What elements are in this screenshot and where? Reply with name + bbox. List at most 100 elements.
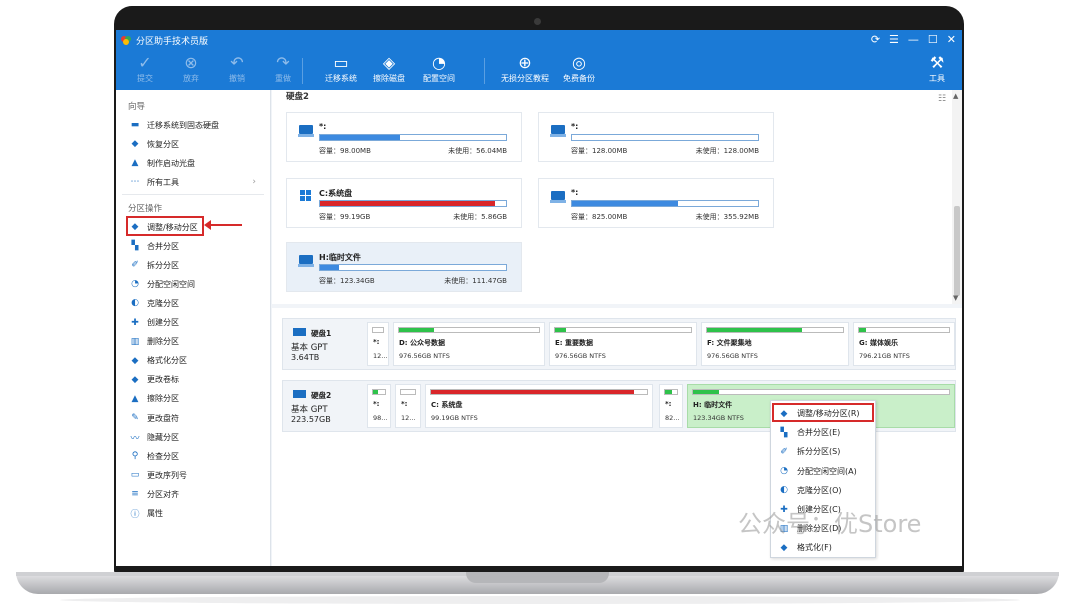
toolbar-separator: [484, 58, 485, 84]
partition-block[interactable]: D: 公众号数据 976.56GB NTFS: [393, 322, 545, 366]
toolbar-label: 擦除磁盘: [373, 74, 405, 83]
sidebar-item-label: 更改盘符: [147, 413, 179, 423]
sidebar-item-label: 检查分区: [147, 451, 179, 461]
sidebar-item-op-14[interactable]: ≡ 分区对齐: [128, 486, 266, 502]
partition-label: C: 系统盘: [431, 401, 463, 409]
toolbar-btn-7[interactable]: ⊕ 无损分区教程: [492, 53, 558, 85]
partition-block[interactable]: *: 12...: [367, 322, 389, 366]
toolbar-label: 无损分区教程: [501, 74, 549, 83]
sidebar-item-op-11[interactable]: 〰隐藏分区: [128, 429, 266, 445]
disk-row[interactable]: 硬盘1 基本 GPT 3.64TB *: 12... D: 公众号数据 976.56GB N…: [282, 318, 956, 370]
disk-type: 基本 GPT: [291, 405, 328, 415]
scroll-up-icon[interactable]: ▲: [953, 92, 958, 100]
partition-usage-bar: [554, 327, 692, 333]
toolbar-label: 迁移系统: [325, 74, 357, 83]
sidebar-item-op-5[interactable]: ✚ 创建分区: [128, 315, 266, 331]
sidebar-item-op-12[interactable]: ⚲ 检查分区: [128, 448, 266, 464]
sidebar-item-op-1[interactable]: ▚ 合并分区: [128, 238, 266, 254]
view-toggle-icon[interactable]: ☷: [938, 94, 946, 104]
wipe-disk-icon: ◈: [382, 53, 396, 72]
partition-card[interactable]: C:系统盘 容量：99.19GB 未使用：5.86GB: [286, 178, 522, 228]
disk-name: 硬盘1: [311, 329, 332, 338]
sidebar-item-op-7[interactable]: ◆ 格式化分区: [128, 353, 266, 369]
partition-usage-fill: [665, 390, 672, 394]
toolbar-btn-1[interactable]: ⊗ 放弃: [166, 53, 216, 85]
partition-name: C:系统盘: [319, 189, 353, 198]
sidebar-item-wizard-3[interactable]: ⋯ 所有工具 ›: [128, 174, 266, 190]
context-menu-item-3[interactable]: ◔ 分配空闲空间(A): [771, 462, 875, 481]
more-icon: ⋯: [130, 177, 140, 187]
sidebar-divider: [122, 194, 264, 195]
disk2-heading: 硬盘2: [286, 92, 309, 102]
partition-label: F: 文件聚集地: [707, 339, 752, 347]
sidebar-item-wizard-1[interactable]: ◆ 恢复分区: [128, 136, 266, 152]
sidebar-item-op-8[interactable]: ◆ 更改卷标: [128, 372, 266, 388]
scroll-down-icon[interactable]: ▼: [953, 294, 958, 302]
allocate-icon: ◔: [131, 279, 139, 290]
sidebar-item-label: 克隆分区: [147, 298, 179, 308]
drive-icon: [293, 328, 306, 336]
usage-fill: [320, 135, 400, 140]
close-icon[interactable]: ✕: [947, 33, 956, 46]
refresh-icon[interactable]: ⟳: [871, 33, 880, 46]
red-arrow: [204, 220, 242, 230]
partition-usage-bar: [372, 327, 384, 333]
windows-logo-icon: [300, 190, 312, 202]
sidebar-item-op-6[interactable]: ▥ 删除分区: [128, 334, 266, 350]
align-icon: ≡: [131, 489, 139, 500]
partition-capacity: 容量：123.34GB: [319, 277, 375, 285]
maximize-icon[interactable]: ☐: [928, 33, 938, 46]
scroll-thumb[interactable]: [954, 206, 960, 296]
toolbar-btn-3[interactable]: ↷ 重做: [258, 53, 308, 85]
partition-name: *:: [571, 122, 579, 131]
toolbar-btn-2[interactable]: ↶ 撤销: [212, 53, 262, 85]
toolbar-btn-5[interactable]: ◈ 擦除磁盘: [364, 53, 414, 85]
partition-capacity: 容量：99.19GB: [319, 213, 371, 221]
watermark: 公众号：优Store: [738, 510, 922, 538]
split-icon: ✐: [131, 260, 139, 271]
sidebar-item-op-3[interactable]: ◔ 分配空闲空间: [128, 276, 266, 292]
check-icon: ✓: [138, 53, 152, 72]
partition-card[interactable]: *: 容量：98.00MB 未使用：56.04MB: [286, 112, 522, 162]
ops-title: 分区操作: [128, 204, 163, 214]
context-menu-item-1[interactable]: ▚ 合并分区(E): [771, 423, 875, 442]
sidebar-item-op-13[interactable]: ▭ 更改序列号: [128, 467, 266, 483]
partition-card[interactable]: *: 容量：128.00MB 未使用：128.00MB: [538, 112, 774, 162]
format-icon: ◆: [131, 355, 139, 366]
sidebar-item-wizard-2[interactable]: ▲ 制作启动光盘: [128, 155, 266, 171]
sidebar-item-label: 隐藏分区: [147, 432, 179, 442]
vertical-scrollbar[interactable]: ▲ ▼: [952, 90, 962, 304]
toolbar-btn-4[interactable]: ▭ 迁移系统: [316, 53, 366, 85]
context-menu-item-4[interactable]: ◐ 克隆分区(O): [771, 481, 875, 500]
tools-button[interactable]: ⚒ 工具: [914, 53, 960, 85]
partition-block[interactable]: E: 重要数据 976.56GB NTFS: [549, 322, 697, 366]
partition-block[interactable]: C: 系统盘 99.19GB NTFS: [425, 384, 653, 428]
toolbar-btn-0[interactable]: ✓ 提交: [120, 53, 170, 85]
partition-block[interactable]: *: 98...: [367, 384, 391, 428]
partition-card[interactable]: *: 容量：825.00MB 未使用：355.92MB: [538, 178, 774, 228]
toolbar-btn-6[interactable]: ◔ 配置空间: [414, 53, 464, 85]
partition-block[interactable]: *: 12...: [395, 384, 421, 428]
sidebar-item-op-15[interactable]: ⓘ 属性: [128, 506, 266, 522]
partition-card-view: 硬盘2 *: 容量：98.00MB 未使用：56.04MB *: 容量：128.00MB…: [272, 90, 952, 304]
drive-icon: [298, 125, 314, 137]
sidebar-item-wizard-0[interactable]: ▬ 迁移系统到固态硬盘: [128, 117, 266, 133]
partition-block[interactable]: F: 文件聚集地 976.56GB NTFS: [701, 322, 849, 366]
context-menu-label: 格式化(F): [797, 543, 832, 553]
title-bar: 分区助手技术员版 ⟳ ☰ — ☐ ✕: [116, 30, 962, 50]
backup-icon: ◎: [572, 53, 586, 72]
context-menu-item-7[interactable]: ◆ 格式化(F): [771, 538, 875, 557]
partition-block[interactable]: *: 82...: [659, 384, 683, 428]
minimize-icon[interactable]: —: [908, 33, 919, 46]
toolbar-btn-8[interactable]: ◎ 免费备份: [554, 53, 604, 85]
sidebar-item-op-9[interactable]: ▲ 擦除分区: [128, 391, 266, 407]
sidebar-item-op-4[interactable]: ◐ 克隆分区: [128, 295, 266, 311]
sidebar-item-op-2[interactable]: ✐ 拆分分区: [128, 257, 266, 273]
partition-label: *:: [401, 400, 408, 408]
partition-card[interactable]: H:临时文件 容量：123.34GB 未使用：111.47GB: [286, 242, 522, 292]
menu-icon[interactable]: ☰: [889, 33, 899, 46]
sidebar-item-label: 所有工具: [147, 177, 179, 187]
sidebar-item-op-10[interactable]: ✎ 更改盘符: [128, 410, 266, 426]
context-menu-item-2[interactable]: ✐ 拆分分区(S): [771, 442, 875, 461]
partition-block[interactable]: G: 媒体娱乐 796.21GB NTFS: [853, 322, 955, 366]
